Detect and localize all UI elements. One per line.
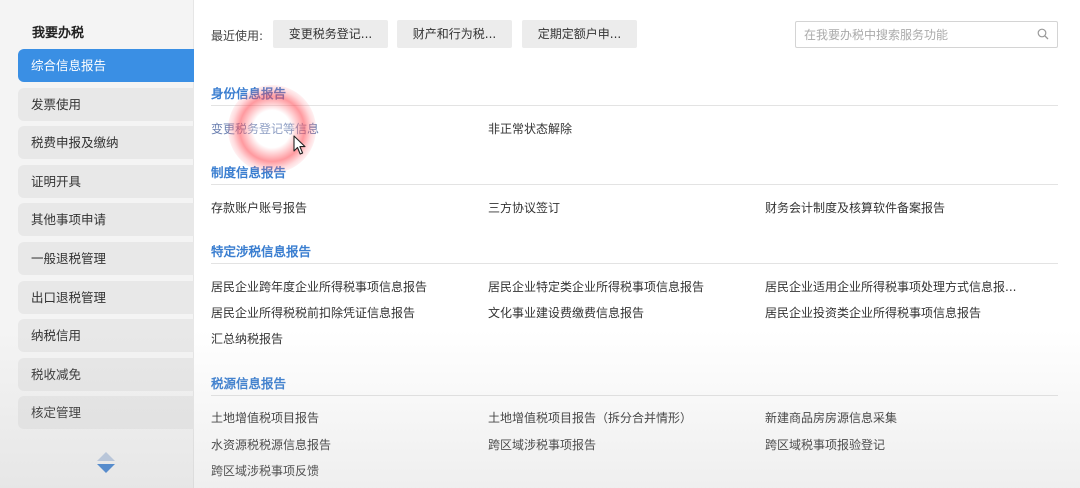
search-input[interactable] — [796, 22, 1026, 47]
sidebar-item-export-refund[interactable]: 出口退税管理 — [18, 280, 194, 314]
link-bank-account-report[interactable]: 存款账户账号报告 — [211, 199, 307, 216]
link-consolidated-tax-report[interactable]: 汇总纳税报告 — [211, 330, 283, 347]
link-income-tax-treatment-method[interactable]: 居民企业适用企业所得税事项处理方式信息报... — [765, 278, 1016, 295]
link-cross-region-report[interactable]: 跨区域涉税事项报告 — [488, 436, 596, 453]
sidebar-item-invoice-use[interactable]: 发票使用 — [18, 87, 194, 121]
main-content: 最近使用: 变更税务登记... 财产和行为税... 定期定额户申... 身份信息… — [195, 0, 1080, 488]
search-icon[interactable] — [1037, 28, 1049, 40]
sidebar-item-tax-credit[interactable]: 纳税信用 — [18, 319, 194, 353]
sidebar-item-assessment-management[interactable]: 核定管理 — [18, 396, 194, 430]
link-accounting-system-filing[interactable]: 财务会计制度及核算软件备案报告 — [765, 199, 945, 216]
link-pretax-deduction-voucher[interactable]: 居民企业所得税税前扣除凭证信息报告 — [211, 304, 415, 321]
link-land-vat-project[interactable]: 土地增值税项目报告 — [211, 409, 319, 426]
sidebar: 我要办税 综合信息报告 发票使用 税费申报及缴纳 证明开具 其他事项申请 一般退… — [0, 0, 194, 488]
divider — [211, 263, 1058, 264]
link-water-resource-tax-source[interactable]: 水资源税税源信息报告 — [211, 436, 331, 453]
sidebar-item-certificate[interactable]: 证明开具 — [18, 164, 194, 198]
sidebar-item-comprehensive-info-report[interactable]: 综合信息报告 — [18, 49, 194, 82]
section-title-system: 制度信息报告 — [211, 165, 287, 180]
link-cross-region-feedback[interactable]: 跨区域涉税事项反馈 — [211, 462, 319, 479]
sidebar-title: 我要办税 — [32, 26, 85, 41]
sidebar-scroll-control[interactable] — [97, 452, 115, 476]
scroll-up-icon[interactable] — [97, 452, 115, 461]
link-tripartite-agreement[interactable]: 三方协议签订 — [488, 199, 560, 216]
recent-item-change-registration[interactable]: 变更税务登记... — [273, 20, 388, 48]
recent-item-property-tax[interactable]: 财产和行为税... — [397, 20, 512, 48]
sidebar-item-tax-relief[interactable]: 税收减免 — [18, 357, 194, 391]
divider — [211, 105, 1058, 106]
section-title-specific-tax: 特定涉税信息报告 — [211, 244, 312, 259]
link-cross-region-inspection-registration[interactable]: 跨区域税事项报验登记 — [765, 436, 885, 453]
divider — [211, 395, 1058, 396]
sidebar-item-tax-declaration[interactable]: 税费申报及缴纳 — [18, 126, 194, 160]
link-new-housing-source-collection[interactable]: 新建商品房房源信息采集 — [765, 409, 897, 426]
sidebar-list: 综合信息报告 发票使用 税费申报及缴纳 证明开具 其他事项申请 一般退税管理 出… — [18, 49, 194, 435]
divider — [211, 184, 1058, 185]
sidebar-item-other-applications[interactable]: 其他事项申请 — [18, 203, 194, 237]
link-cross-year-income-tax[interactable]: 居民企业跨年度企业所得税事项信息报告 — [211, 278, 427, 295]
link-investment-income-tax[interactable]: 居民企业投资类企业所得税事项信息报告 — [765, 304, 981, 321]
recent-item-fixed-quota[interactable]: 定期定额户申... — [522, 20, 637, 48]
link-land-vat-project-split-merge[interactable]: 土地增值税项目报告（拆分合并情形） — [488, 409, 692, 426]
link-specific-class-income-tax[interactable]: 居民企业特定类企业所得税事项信息报告 — [488, 278, 704, 295]
link-change-tax-registration[interactable]: 变更税务登记等信息 — [211, 120, 319, 137]
section-title-tax-source: 税源信息报告 — [211, 376, 287, 391]
section-title-identity: 身份信息报告 — [211, 86, 287, 101]
recent-label: 最近使用: — [211, 29, 264, 43]
search-box — [795, 21, 1058, 48]
sidebar-item-general-refund[interactable]: 一般退税管理 — [18, 241, 194, 275]
link-cultural-construction-fee[interactable]: 文化事业建设费缴费信息报告 — [488, 304, 644, 321]
scroll-down-icon[interactable] — [97, 464, 115, 473]
link-abnormal-status-release[interactable]: 非正常状态解除 — [488, 120, 572, 137]
